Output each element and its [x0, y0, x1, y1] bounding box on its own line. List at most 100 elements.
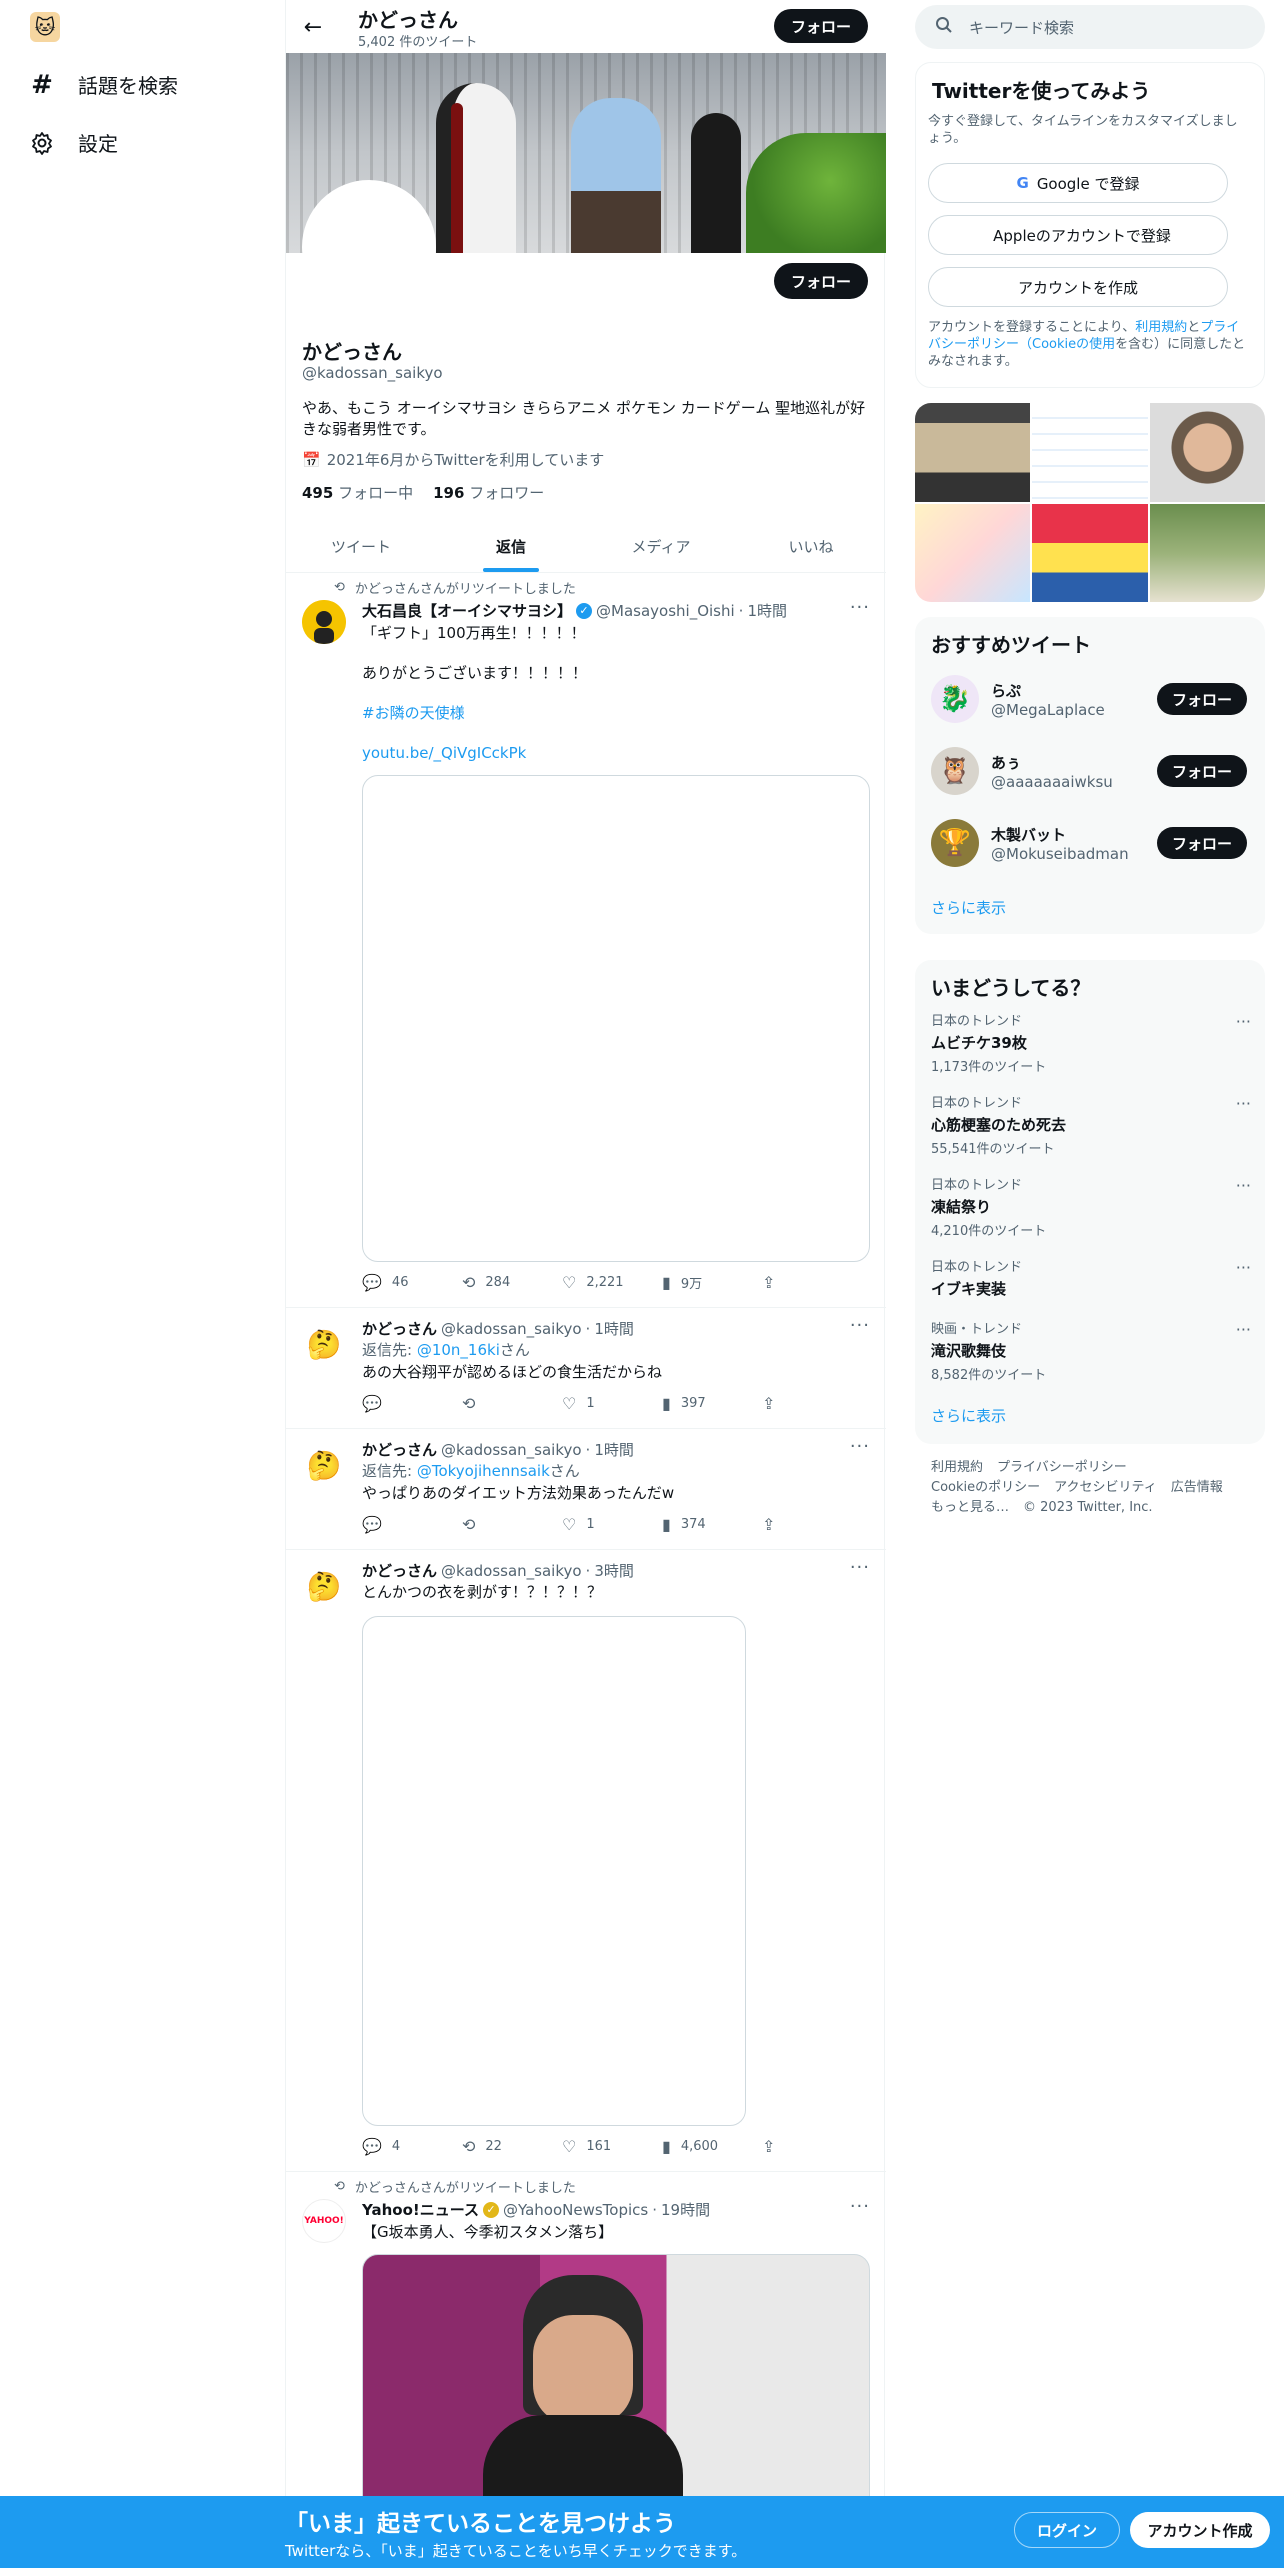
signup-button[interactable]: アカウント作成 — [1130, 2512, 1270, 2548]
apple-signup-button[interactable]: Appleのアカウントで登録 — [928, 215, 1228, 255]
share-button[interactable]: ⇪ — [762, 2137, 782, 2156]
search-input[interactable]: キーワード検索 — [915, 5, 1265, 49]
author-name[interactable]: 大石昌良【オーイシマサヨシ】 — [362, 600, 572, 621]
follow-button[interactable]: フォロー — [1157, 683, 1247, 715]
share-button[interactable]: ⇪ — [762, 1273, 782, 1292]
avatar[interactable]: YAHOO! — [302, 2199, 346, 2243]
author-handle[interactable]: @kadossan_saikyo — [441, 1441, 582, 1459]
more-options-icon[interactable]: ··· — [1236, 1258, 1251, 1277]
tweet-media-card[interactable] — [362, 1616, 746, 2126]
author-handle[interactable]: @kadossan_saikyo — [441, 1320, 582, 1338]
tweet-item[interactable]: 🤔 かどっさん @kadossan_saikyo · 1時間 ··· 返信先: … — [286, 1308, 886, 1429]
like-button[interactable]: ♡ 1 — [562, 1515, 632, 1534]
author-name[interactable]: かどっさん — [362, 1318, 437, 1339]
more-options-icon[interactable]: ··· — [850, 1315, 870, 1336]
share-button[interactable]: ⇪ — [762, 1394, 782, 1413]
avatar[interactable]: 🤔 — [302, 1564, 346, 1608]
tab-media[interactable]: メディア — [586, 520, 736, 572]
avatar[interactable]: 🤔 — [302, 1443, 346, 1487]
site-logo-icon[interactable]: 🐱 — [30, 12, 60, 42]
recommended-user[interactable]: 🐉 らぷ @MegaLaplace フォロー — [931, 675, 1251, 723]
url-link[interactable]: youtu.be/_QiVgICckPk — [362, 743, 870, 763]
tweet-time[interactable]: 1時間 — [594, 1318, 634, 1339]
author-name[interactable]: Yahoo!ニュース — [362, 2199, 479, 2220]
views-button[interactable]: ▮ 9万 — [662, 1273, 732, 1292]
nav-item-settings[interactable]: 設定 — [28, 128, 118, 157]
back-arrow-icon[interactable]: ← — [298, 12, 328, 42]
follow-button[interactable]: フォロー — [1157, 827, 1247, 859]
tweet-item[interactable]: 🤔 かどっさん @kadossan_saikyo · 1時間 ··· 返信先: … — [286, 1429, 886, 1550]
footer-link[interactable]: プライバシーポリシー — [997, 1460, 1127, 1475]
profile-avatar[interactable] — [302, 180, 436, 314]
tweet-time[interactable]: 1時間 — [747, 600, 787, 621]
views-button[interactable]: ▮ 374 — [662, 1515, 732, 1534]
footer-link[interactable]: 利用規約 — [931, 1460, 983, 1475]
terms-link[interactable]: 利用規約 — [1135, 320, 1187, 335]
retweet-button[interactable]: ⟲ — [462, 1394, 532, 1413]
reply-button[interactable]: 💬 — [362, 1394, 432, 1413]
like-button[interactable]: ♡ 161 — [562, 2137, 632, 2156]
google-signup-button[interactable]: G Google で登録 — [928, 163, 1228, 203]
more-options-icon[interactable]: ··· — [850, 1557, 870, 1578]
profile-follow-button[interactable]: フォロー — [774, 263, 868, 299]
author-handle[interactable]: @Masayoshi_Oishi — [596, 602, 735, 620]
show-more-link[interactable]: さらに表示 — [931, 897, 1006, 918]
more-options-icon[interactable]: ··· — [850, 597, 870, 618]
footer-link[interactable]: Cookieのポリシー — [931, 1480, 1040, 1495]
media-thumbnail[interactable] — [1149, 403, 1265, 502]
more-options-icon[interactable]: ··· — [1236, 1176, 1251, 1195]
tweet-item[interactable]: ⟲ かどっさんさんがリツイートしました 大石昌良【オーイシマサヨシ】 ✓ @Ma… — [286, 573, 886, 1308]
retweet-button[interactable]: ⟲ 284 — [462, 1273, 532, 1292]
tweet-media-image[interactable] — [362, 2254, 870, 2514]
reply-to-link[interactable]: @10n_16ki — [417, 1341, 500, 1359]
login-button[interactable]: ログイン — [1014, 2512, 1120, 2548]
more-options-icon[interactable]: ··· — [1236, 1320, 1251, 1339]
follow-button[interactable]: フォロー — [1157, 755, 1247, 787]
retweet-button[interactable]: ⟲ — [462, 1515, 532, 1534]
author-name[interactable]: かどっさん — [362, 1560, 437, 1581]
trend-item[interactable]: 日本のトレンド ムビチケ39枚 1,173件のツイート ··· — [931, 1010, 1251, 1075]
tab-replies[interactable]: 返信 — [436, 520, 586, 572]
more-options-icon[interactable]: ··· — [850, 2196, 870, 2217]
tweet-time[interactable]: 19時間 — [661, 2199, 710, 2220]
more-options-icon[interactable]: ··· — [1236, 1094, 1251, 1113]
tweet-item[interactable]: ⟲ かどっさんさんがリツイートしました YAHOO! Yahoo!ニュース ✓ … — [286, 2172, 886, 2514]
tweet-time[interactable]: 1時間 — [594, 1439, 634, 1460]
tab-likes[interactable]: いいね — [736, 520, 886, 572]
reply-to-link[interactable]: @Tokyojihennsaik — [417, 1462, 550, 1480]
trend-item[interactable]: 日本のトレンド 凍結祭り 4,210件のツイート ··· — [931, 1174, 1251, 1239]
media-thumbnail[interactable] — [915, 503, 1031, 602]
header-follow-button[interactable]: フォロー — [774, 9, 868, 43]
avatar[interactable] — [302, 600, 346, 644]
recommended-user[interactable]: 🏆 木製バット @Mokuseibadman フォロー — [931, 819, 1251, 867]
media-thumbnail[interactable] — [915, 403, 1031, 502]
followers-link[interactable]: 196 フォロワー — [433, 482, 544, 503]
author-handle[interactable]: @YahooNewsTopics — [503, 2201, 648, 2219]
footer-link[interactable]: アクセシビリティ — [1054, 1480, 1157, 1495]
author-handle[interactable]: @kadossan_saikyo — [441, 1562, 582, 1580]
share-button[interactable]: ⇪ — [762, 1515, 782, 1534]
more-options-icon[interactable]: ··· — [850, 1436, 870, 1457]
views-button[interactable]: ▮ 4,600 — [662, 2137, 732, 2156]
like-button[interactable]: ♡ 1 — [562, 1394, 632, 1413]
trend-item[interactable]: 映画・トレンド 滝沢歌舞伎 8,582件のツイート ··· — [931, 1318, 1251, 1383]
media-thumbnail[interactable] — [1032, 403, 1148, 502]
create-account-button[interactable]: アカウントを作成 — [928, 267, 1228, 307]
recommended-user[interactable]: 🦉 あぅ @aaaaaaaiwksu フォロー — [931, 747, 1251, 795]
media-thumbnail[interactable] — [1032, 503, 1148, 602]
following-link[interactable]: 495 フォロー中 — [302, 482, 413, 503]
footer-link[interactable]: もっと見る… — [931, 1500, 1009, 1515]
retweet-button[interactable]: ⟲ 22 — [462, 2137, 532, 2156]
tweet-time[interactable]: 3時間 — [594, 1560, 634, 1581]
hashtag-link[interactable]: #お隣の天使様 — [362, 703, 870, 723]
like-button[interactable]: ♡ 2,221 — [562, 1273, 632, 1292]
reply-button[interactable]: 💬 — [362, 1515, 432, 1534]
author-name[interactable]: かどっさん — [362, 1439, 437, 1460]
tweet-item[interactable]: 🤔 かどっさん @kadossan_saikyo · 3時間 ··· とんかつの… — [286, 1550, 886, 2172]
trend-item[interactable]: 日本のトレンド 心筋梗塞のため死去 55,541件のツイート ··· — [931, 1092, 1251, 1157]
media-thumbnail[interactable] — [1149, 503, 1265, 602]
more-options-icon[interactable]: ··· — [1236, 1012, 1251, 1031]
views-button[interactable]: ▮ 397 — [662, 1394, 732, 1413]
nav-item-explore[interactable]: # 話題を検索 — [28, 70, 178, 100]
reply-button[interactable]: 💬 4 — [362, 2137, 432, 2156]
